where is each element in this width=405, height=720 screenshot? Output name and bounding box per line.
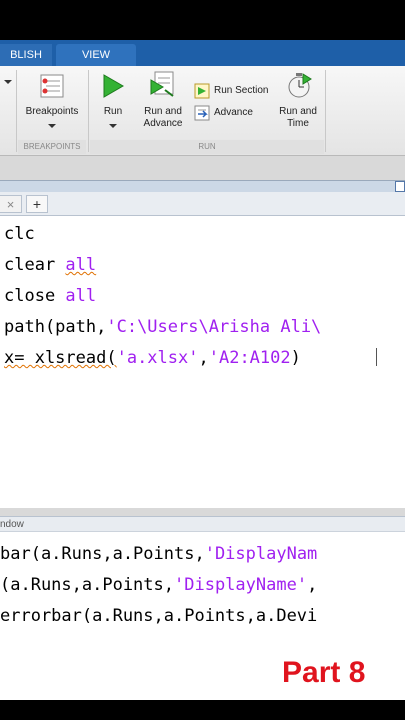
code-line: close all: [4, 282, 96, 310]
dropdown-arrow-icon[interactable]: [2, 76, 14, 88]
run-and-time-button[interactable]: Run and Time: [276, 68, 320, 138]
command-text: ,: [307, 575, 318, 595]
video-letterbox-top: [0, 0, 405, 40]
code-text: path(path,: [4, 317, 107, 337]
group-label-run: RUN: [90, 140, 324, 154]
tab-publish[interactable]: BLISH: [0, 44, 52, 66]
matlab-window: BLISH VIEW Breakpoints Run Run and Advan…: [0, 0, 405, 720]
code-text: close: [4, 286, 66, 306]
run-icon: [103, 74, 124, 98]
code-keyword: all: [65, 286, 97, 306]
text-cursor: [376, 348, 377, 366]
run-and-time-icon: [288, 73, 312, 98]
group-separator: [16, 70, 17, 152]
chevron-down-icon: [48, 124, 56, 128]
code-editor[interactable]: clc clear all close all path(path,'C:\Us…: [0, 216, 405, 508]
code-text: clear: [4, 255, 66, 275]
run-and-advance-button[interactable]: Run and Advance: [138, 68, 188, 138]
run-button[interactable]: Run: [94, 68, 132, 138]
command-string: 'DisplayName': [174, 575, 308, 595]
command-window-title: ndow: [0, 519, 24, 530]
advance-button[interactable]: Advance: [194, 104, 272, 122]
ribbon-tabbar: BLISH VIEW: [0, 40, 405, 66]
code-string: 'a.xlsx': [116, 348, 199, 368]
dock-icon[interactable]: [395, 181, 405, 192]
code-line: clc: [4, 220, 35, 248]
tab-view[interactable]: VIEW: [56, 44, 136, 66]
breakpoints-label: Breakpoints: [25, 106, 79, 117]
close-tab-button[interactable]: ×: [0, 195, 22, 213]
part-overlay-label: Part 8: [282, 656, 366, 689]
code-text: ,: [198, 348, 209, 368]
group-separator: [88, 70, 89, 152]
code-line: path(path,'C:\Users\Arisha Ali\: [4, 313, 321, 341]
video-letterbox-bottom: [0, 700, 405, 720]
advance-icon: [194, 105, 210, 121]
breakpoints-icon: [40, 74, 64, 98]
code-text: clc: [4, 224, 35, 244]
editor-tabbar: × +: [0, 192, 405, 216]
run-label: Run: [103, 106, 123, 117]
editor-titlebar: [0, 180, 405, 192]
command-text: bar(a.Runs,a.Points,: [0, 544, 205, 564]
run-and-advance-label: Run and Advance: [143, 106, 183, 129]
run-section-icon: [194, 83, 210, 99]
toolstrip-gap: [0, 156, 405, 180]
ribbon-toolbar: Breakpoints Run Run and Advance Run Sect…: [0, 66, 405, 156]
run-section-button[interactable]: Run Section: [194, 82, 272, 100]
command-line: (a.Runs,a.Points,'DisplayName',: [0, 571, 317, 599]
command-line: bar(a.Runs,a.Points,'DisplayNam: [0, 540, 317, 568]
group-label-breakpoints: BREAKPOINTS: [18, 140, 86, 154]
code-string: 'C:\Users\Arisha Ali\: [106, 317, 322, 337]
code-string: 'A2:A102: [208, 348, 291, 368]
command-window-titlebar: ndow: [0, 516, 405, 532]
chevron-down-icon: [109, 124, 117, 128]
run-and-time-label: Run and Time: [279, 106, 317, 129]
command-string: 'DisplayNam: [204, 544, 318, 564]
run-and-advance-icon: [150, 71, 174, 97]
advance-label: Advance: [214, 107, 253, 118]
code-line: clear all: [4, 251, 96, 279]
command-text: (a.Runs,a.Points,: [0, 575, 174, 595]
breakpoints-button[interactable]: Breakpoints: [20, 68, 84, 138]
code-text: x= xlsread(: [4, 348, 117, 368]
command-line: errorbar(a.Runs,a.Points,a.Devi: [0, 602, 317, 630]
group-separator: [325, 70, 326, 152]
run-section-label: Run Section: [214, 85, 269, 96]
panel-splitter[interactable]: [0, 508, 405, 516]
code-keyword: all: [65, 255, 97, 275]
code-line: x= xlsread('a.xlsx','A2:A102): [4, 344, 301, 372]
command-text: errorbar(a.Runs,a.Points,a.Devi: [0, 606, 318, 626]
code-text: ): [290, 348, 301, 368]
new-tab-button[interactable]: +: [26, 195, 48, 213]
